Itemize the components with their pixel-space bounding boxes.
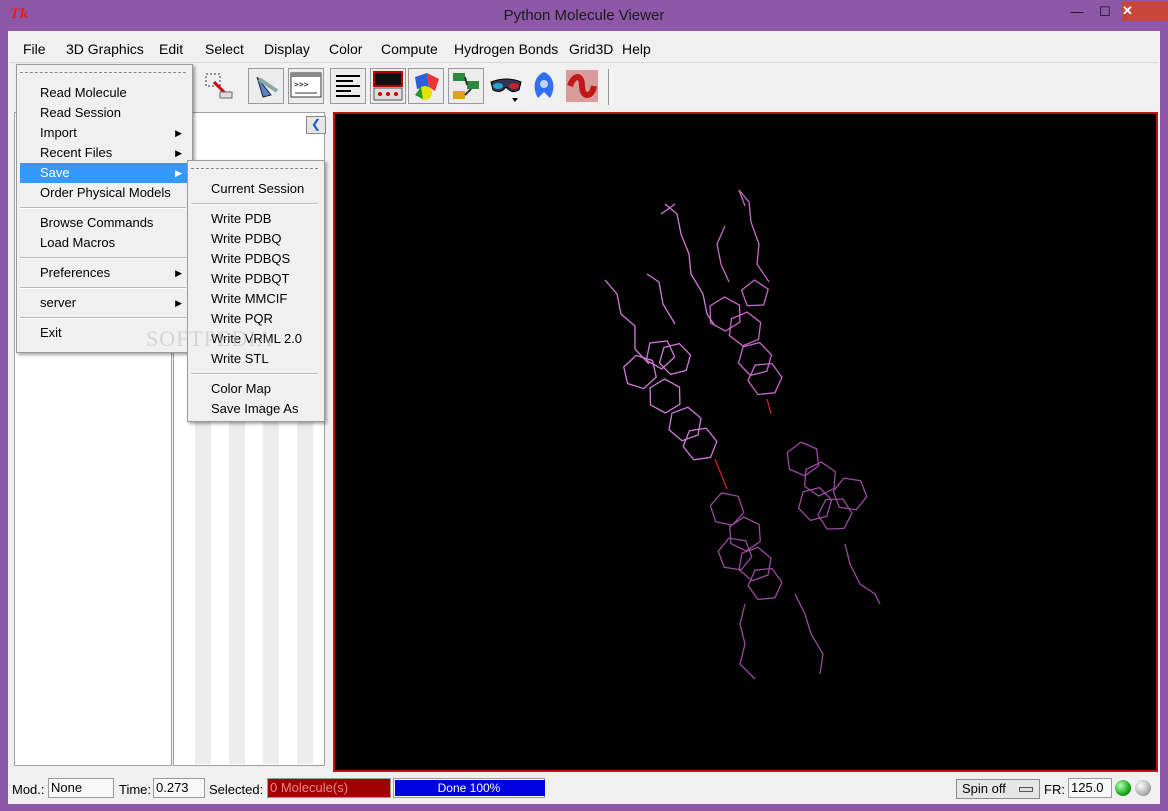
menu-bar: File 3D Graphics Edit Select Display Col… bbox=[10, 36, 1158, 63]
menu-tearoff[interactable] bbox=[20, 72, 186, 75]
toolbar-separator bbox=[608, 69, 612, 105]
dashboard-icon[interactable] bbox=[370, 68, 406, 104]
stereo-glasses-icon[interactable] bbox=[488, 68, 524, 104]
mod-field: None bbox=[48, 778, 114, 798]
menu-color[interactable]: Color bbox=[329, 41, 362, 57]
fr-label: FR: bbox=[1044, 782, 1065, 797]
file-menu-browse-commands[interactable]: Browse Commands bbox=[20, 213, 188, 233]
molecule-wireframe bbox=[604, 189, 881, 680]
menu-edit[interactable]: Edit bbox=[159, 41, 183, 57]
minimize-button[interactable]: — bbox=[1066, 4, 1088, 22]
file-menu-load-macros[interactable]: Load Macros bbox=[20, 233, 188, 253]
file-menu-read-molecule[interactable]: Read Molecule bbox=[20, 83, 188, 103]
menu-separator bbox=[20, 287, 186, 289]
spin-menubutton[interactable]: Spin off bbox=[956, 779, 1040, 799]
submenu-arrow-icon: ▶ bbox=[175, 148, 182, 158]
dropdown-indicator-icon bbox=[1019, 787, 1033, 792]
save-menu-current-session[interactable]: Current Session bbox=[191, 179, 320, 199]
surface-blob-icon[interactable] bbox=[526, 68, 562, 104]
status-bar: Mod.: None Time: 0.273 Selected: 0 Molec… bbox=[8, 774, 1160, 804]
mod-label: Mod.: bbox=[12, 782, 45, 797]
protein-ribbon-icon[interactable] bbox=[564, 68, 600, 104]
file-menu-order-physical-models[interactable]: Order Physical Models bbox=[20, 183, 188, 203]
menu-separator bbox=[20, 317, 186, 319]
file-menu-server[interactable]: server ▶ bbox=[20, 293, 188, 313]
status-gray-light-icon bbox=[1135, 780, 1151, 796]
submenu-arrow-icon: ▶ bbox=[175, 168, 182, 178]
menu-tearoff[interactable] bbox=[191, 168, 318, 171]
save-menu-color-map[interactable]: Color Map bbox=[191, 379, 320, 399]
time-label: Time: bbox=[119, 782, 152, 797]
menu-compute[interactable]: Compute bbox=[381, 41, 438, 57]
maximize-button[interactable]: ☐ bbox=[1094, 4, 1116, 22]
file-menu-import[interactable]: Import ▶ bbox=[20, 123, 188, 143]
column-stripe bbox=[263, 420, 279, 764]
app-window: Tk Python Molecule Viewer — ☐ ✕ File 3D … bbox=[0, 0, 1168, 811]
status-green-light-icon bbox=[1115, 780, 1131, 796]
window-title: Python Molecule Viewer bbox=[503, 7, 665, 24]
watermark: SOFTPEDIA bbox=[146, 326, 274, 351]
menu-separator bbox=[191, 203, 318, 205]
python-shell-icon[interactable]: >>> bbox=[288, 68, 324, 104]
submenu-arrow-icon: ▶ bbox=[175, 128, 182, 138]
submenu-arrow-icon: ▶ bbox=[175, 268, 182, 278]
column-stripe bbox=[297, 420, 313, 764]
save-menu-save-image-as[interactable]: Save Image As bbox=[191, 399, 320, 419]
menu-separator bbox=[191, 373, 318, 375]
file-menu: Read Molecule Read Session Import ▶ Recen… bbox=[16, 64, 193, 353]
submenu-arrow-icon: ▶ bbox=[175, 298, 182, 308]
menu-select[interactable]: Select bbox=[205, 41, 244, 57]
progress-bar: Done 100% bbox=[393, 778, 545, 798]
close-button[interactable]: ✕ bbox=[1122, 1, 1168, 21]
save-menu-write-pdbq[interactable]: Write PDBQ bbox=[191, 229, 320, 249]
menu-3d-graphics[interactable]: 3D Graphics bbox=[66, 41, 144, 57]
save-menu-write-pdbqt[interactable]: Write PDBQT bbox=[191, 269, 320, 289]
save-menu-write-pdb[interactable]: Write PDB bbox=[191, 209, 320, 229]
menu-display[interactable]: Display bbox=[264, 41, 310, 57]
save-submenu: Current Session Write PDB Write PDBQ Wri… bbox=[187, 160, 325, 422]
save-menu-write-pdbqs[interactable]: Write PDBQS bbox=[191, 249, 320, 269]
network-icon[interactable] bbox=[448, 68, 484, 104]
column-stripe bbox=[195, 420, 211, 764]
file-menu-read-session[interactable]: Read Session bbox=[20, 103, 188, 123]
menu-file[interactable]: File bbox=[23, 41, 46, 57]
title-bar[interactable]: Tk Python Molecule Viewer — ☐ ✕ bbox=[0, 0, 1168, 30]
file-menu-save[interactable]: Save ▶ bbox=[20, 163, 188, 183]
3d-viewer-canvas[interactable] bbox=[333, 112, 1158, 772]
text-align-icon[interactable] bbox=[330, 68, 366, 104]
time-field: 0.273 bbox=[153, 778, 205, 798]
file-menu-preferences[interactable]: Preferences ▶ bbox=[20, 263, 188, 283]
file-menu-recent-files[interactable]: Recent Files ▶ bbox=[20, 143, 188, 163]
color-shapes-icon[interactable] bbox=[408, 68, 444, 104]
column-stripe bbox=[229, 420, 245, 764]
progress-text: Done 100% bbox=[437, 781, 501, 795]
menu-help[interactable]: Help bbox=[622, 41, 651, 57]
save-menu-write-stl[interactable]: Write STL bbox=[191, 349, 320, 369]
menu-grid3d[interactable]: Grid3D bbox=[569, 41, 613, 57]
collapse-panel-icon[interactable]: ❮ bbox=[306, 116, 326, 134]
hand-tool-icon[interactable] bbox=[248, 68, 284, 104]
menu-hydrogen-bonds[interactable]: Hydrogen Bonds bbox=[454, 41, 558, 57]
menu-separator bbox=[20, 257, 186, 259]
menu-separator bbox=[20, 207, 186, 209]
select-box-icon[interactable] bbox=[200, 68, 236, 104]
selected-field: 0 Molecule(s) bbox=[267, 778, 391, 798]
fr-field: 125.0 bbox=[1068, 778, 1112, 798]
selected-label: Selected: bbox=[209, 782, 264, 797]
save-menu-write-mmcif[interactable]: Write MMCIF bbox=[191, 289, 320, 309]
svg-text:>>>: >>> bbox=[294, 80, 309, 89]
